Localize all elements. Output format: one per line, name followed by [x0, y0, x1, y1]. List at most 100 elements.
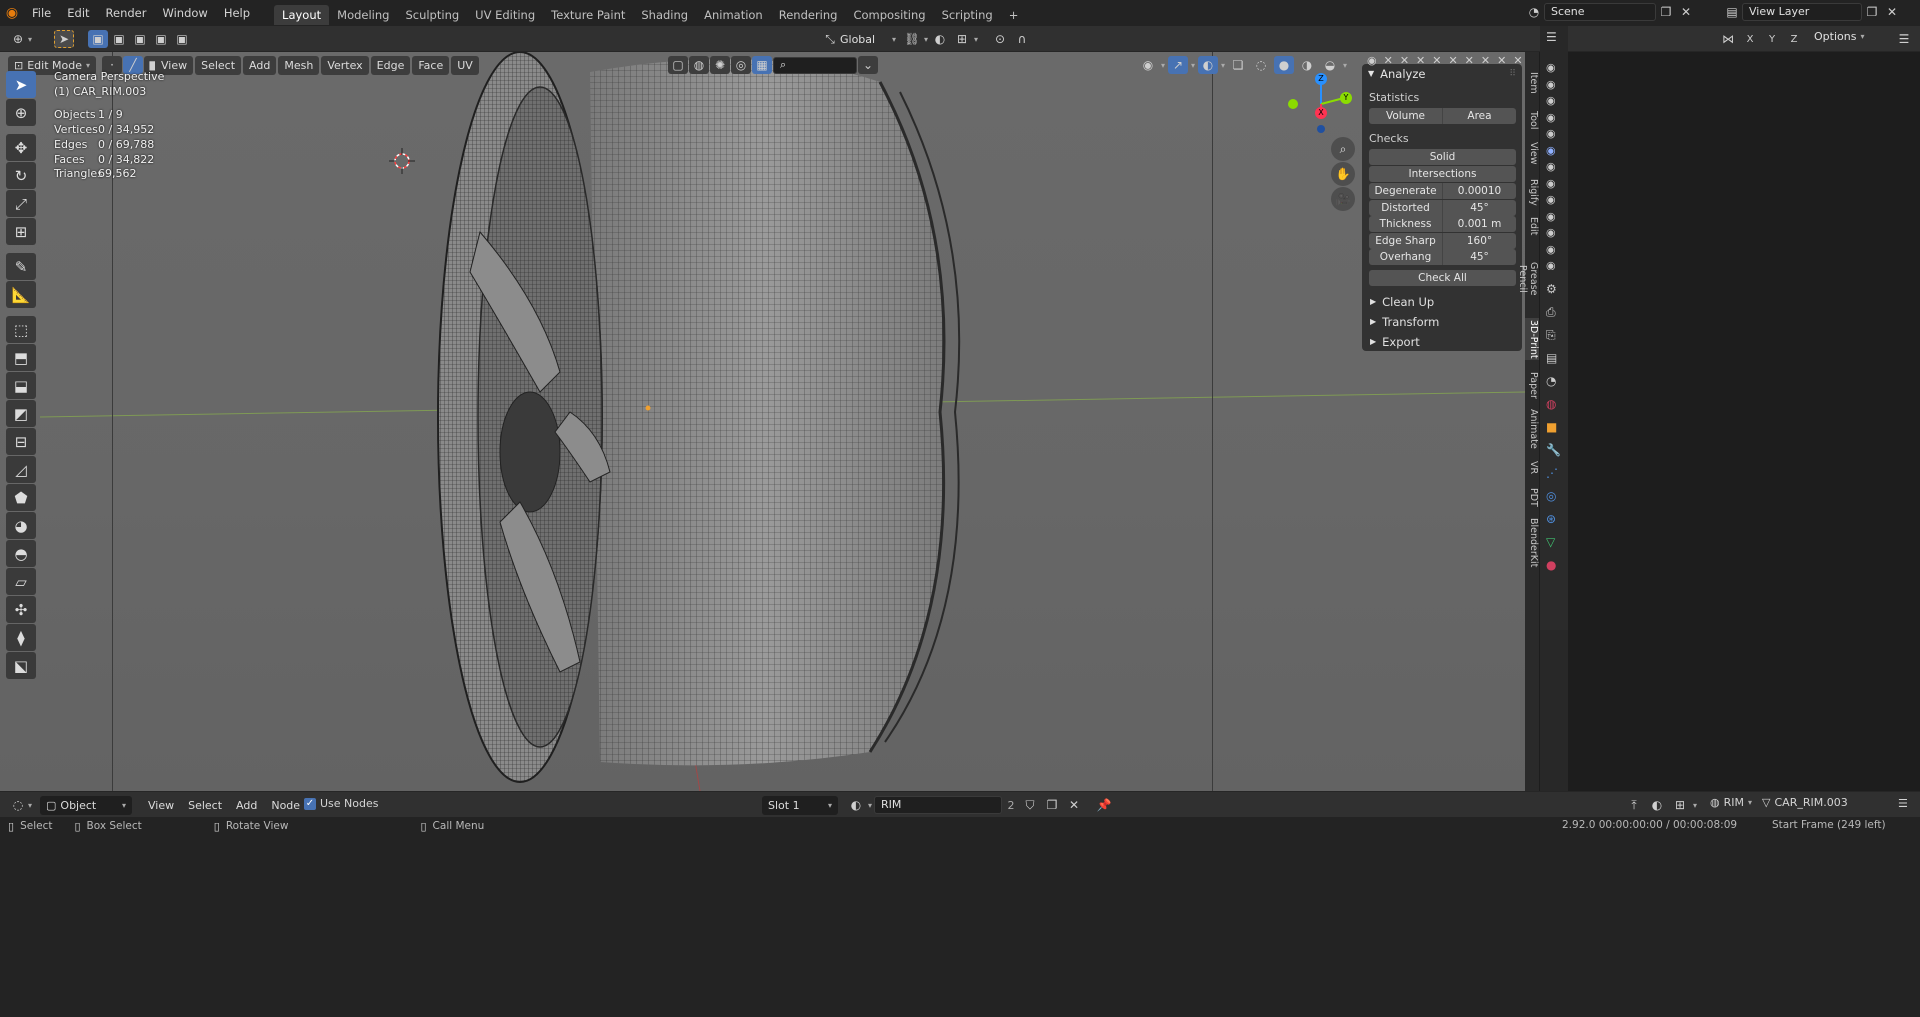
- cursor-tool-icon[interactable]: ⊕: [6, 99, 36, 126]
- viewport-search-input[interactable]: ⌕: [773, 56, 857, 74]
- visibility-icon[interactable]: ◉: [1138, 56, 1158, 74]
- mirror-x-toggle[interactable]: X: [1740, 30, 1760, 48]
- tab-animate[interactable]: Animate: [1525, 408, 1539, 450]
- scene-selector[interactable]: ◔ Scene ❐ ✕: [1524, 3, 1696, 21]
- options-dropdown[interactable]: Options ▾: [1814, 30, 1864, 43]
- shear-tool-icon[interactable]: ⧫: [6, 624, 36, 651]
- filter-sphere-icon[interactable]: ◍: [689, 56, 709, 74]
- outliner-filter-icon[interactable]: ☰: [1546, 30, 1557, 44]
- overhang-value[interactable]: 45°: [1442, 249, 1516, 265]
- camera-view-icon[interactable]: 🎥: [1331, 187, 1355, 211]
- menu-add[interactable]: Add: [243, 56, 277, 75]
- shader-type-dropdown[interactable]: ▢ Object ▾: [40, 796, 132, 815]
- tab-sculpting[interactable]: Sculpting: [397, 5, 467, 25]
- fake-user-shield-icon[interactable]: ⛉: [1020, 796, 1040, 814]
- volume-button[interactable]: Volume: [1369, 108, 1442, 124]
- transform-tool-icon[interactable]: ⊞: [6, 218, 36, 245]
- intersections-check-button[interactable]: Intersections: [1369, 166, 1516, 182]
- menu-view[interactable]: View: [142, 796, 180, 815]
- gizmo-neg-z[interactable]: [1317, 125, 1325, 133]
- transform-orientation[interactable]: ⤡ Global ▾: [820, 30, 896, 48]
- mirror-icon[interactable]: ⋈: [1718, 30, 1738, 48]
- falloff-icon[interactable]: ∩: [1012, 30, 1032, 48]
- tab-rendering[interactable]: Rendering: [771, 5, 846, 25]
- edge-sharp-button[interactable]: Edge Sharp: [1369, 232, 1442, 249]
- clean-up-section[interactable]: ▶ Clean Up: [1362, 292, 1522, 312]
- menu-edge[interactable]: Edge: [370, 56, 411, 75]
- copy-view-layer-icon[interactable]: ❐: [1862, 3, 1882, 21]
- restrict-toggles-row[interactable]: ◉✕✕✕✕✕✕✕✕✕: [1367, 54, 1530, 67]
- poly-build-tool-icon[interactable]: ⬟: [6, 484, 36, 511]
- check-all-button[interactable]: Check All: [1369, 269, 1516, 286]
- scale-tool-icon[interactable]: ⤢: [6, 190, 36, 217]
- material-users-count[interactable]: 2: [1004, 799, 1018, 812]
- filter-world-icon[interactable]: ◎: [731, 56, 751, 74]
- select-new-icon[interactable]: ▣: [88, 30, 108, 48]
- degenerate-button[interactable]: Degenerate: [1369, 183, 1442, 199]
- gizmo-neg-y[interactable]: [1288, 99, 1298, 109]
- drag-handle-icon[interactable]: ⠿: [1509, 64, 1516, 84]
- menu-vertex[interactable]: Vertex: [321, 56, 369, 75]
- zoom-icon[interactable]: ⌕: [1331, 137, 1355, 161]
- extrude-tool-icon[interactable]: ⬒: [6, 344, 36, 371]
- tab-vr[interactable]: VR: [1525, 458, 1539, 478]
- snap-element-icon[interactable]: ⊞: [1670, 796, 1690, 814]
- overhang-button[interactable]: Overhang: [1369, 249, 1442, 265]
- move-tool-icon[interactable]: ✥: [6, 134, 36, 161]
- menu-window[interactable]: Window: [154, 0, 215, 26]
- 3d-viewport[interactable]: [0, 52, 1525, 791]
- blender-logo-icon[interactable]: ◉: [0, 5, 24, 21]
- tab-item[interactable]: Item: [1525, 70, 1539, 96]
- menu-mesh[interactable]: Mesh: [278, 56, 320, 75]
- tab-animation[interactable]: Animation: [696, 5, 771, 25]
- select-box-tool-icon[interactable]: ➤: [6, 71, 36, 98]
- degenerate-value[interactable]: 0.00010: [1442, 183, 1516, 199]
- pivot-icon[interactable]: ⛓: [902, 30, 922, 48]
- edge-slide-tool-icon[interactable]: ▱: [6, 568, 36, 595]
- tab-paper[interactable]: Paper: [1525, 370, 1539, 400]
- tab-texture-paint[interactable]: Texture Paint: [543, 5, 633, 25]
- smooth-tool-icon[interactable]: ◓: [6, 540, 36, 567]
- duplicate-material-icon[interactable]: ❐: [1042, 796, 1062, 814]
- breadcrumb-material[interactable]: RIM: [1724, 796, 1744, 809]
- close-scene-icon[interactable]: ✕: [1676, 3, 1696, 21]
- tab-3d-print[interactable]: 3D-Print: [1525, 318, 1539, 360]
- inset-tool-icon[interactable]: ⬓: [6, 372, 36, 399]
- filter-light-icon[interactable]: ✺: [710, 56, 730, 74]
- overlay-toggle-icon[interactable]: ◐: [1198, 56, 1219, 74]
- menu-help[interactable]: Help: [216, 0, 258, 26]
- menu-node[interactable]: Node: [265, 796, 306, 815]
- measure-tool-icon[interactable]: 📐: [6, 281, 36, 308]
- tab-tool[interactable]: Tool: [1525, 107, 1539, 133]
- analyze-panel-header[interactable]: ▼ Analyze ⠿: [1362, 64, 1522, 84]
- tab-rigify[interactable]: Rigify: [1525, 177, 1539, 207]
- material-sphere-icon[interactable]: ◐: [846, 796, 866, 814]
- add-cube-tool-icon[interactable]: ⬚: [6, 316, 36, 343]
- breadcrumb-object[interactable]: CAR_RIM.003: [1774, 796, 1847, 809]
- tab-shading[interactable]: Shading: [633, 5, 696, 25]
- material-name-field[interactable]: RIM: [874, 796, 1003, 814]
- properties-tab-icons[interactable]: ⚙ ⎙ ⎘ ▤ ◔ ◍ ■ 🔧 ⋰ ◎ ⊛ ▽ ●: [1546, 278, 1561, 577]
- knife-tool-icon[interactable]: ◿: [6, 456, 36, 483]
- tab-edit[interactable]: Edit: [1525, 214, 1539, 238]
- mirror-y-toggle[interactable]: Y: [1762, 30, 1782, 48]
- bevel-tool-icon[interactable]: ◩: [6, 400, 36, 427]
- menu-face[interactable]: Face: [412, 56, 450, 75]
- gizmo-toggle-icon[interactable]: ↗: [1168, 56, 1189, 74]
- spin-tool-icon[interactable]: ◕: [6, 512, 36, 539]
- annotate-tool-icon[interactable]: ✎: [6, 253, 36, 280]
- mirror-z-toggle[interactable]: Z: [1784, 30, 1804, 48]
- loop-cut-tool-icon[interactable]: ⊟: [6, 428, 36, 455]
- thickness-button[interactable]: Thickness: [1369, 216, 1442, 232]
- transform-section[interactable]: ▶ Transform: [1362, 312, 1522, 332]
- select-subtract-icon[interactable]: ▣: [130, 30, 150, 48]
- close-view-layer-icon[interactable]: ✕: [1882, 3, 1902, 21]
- copy-scene-icon[interactable]: ❐: [1656, 3, 1676, 21]
- select-extend-icon[interactable]: ▣: [109, 30, 129, 48]
- snap-element-icon[interactable]: ⊞: [952, 30, 972, 48]
- menu-select[interactable]: Select: [182, 796, 228, 815]
- menu-render[interactable]: Render: [98, 0, 155, 26]
- menu-edit[interactable]: Edit: [59, 0, 97, 26]
- view-layer-selector[interactable]: ▤ View Layer ❐ ✕: [1722, 3, 1902, 21]
- editor-type-button[interactable]: ◌ ▾: [8, 796, 32, 814]
